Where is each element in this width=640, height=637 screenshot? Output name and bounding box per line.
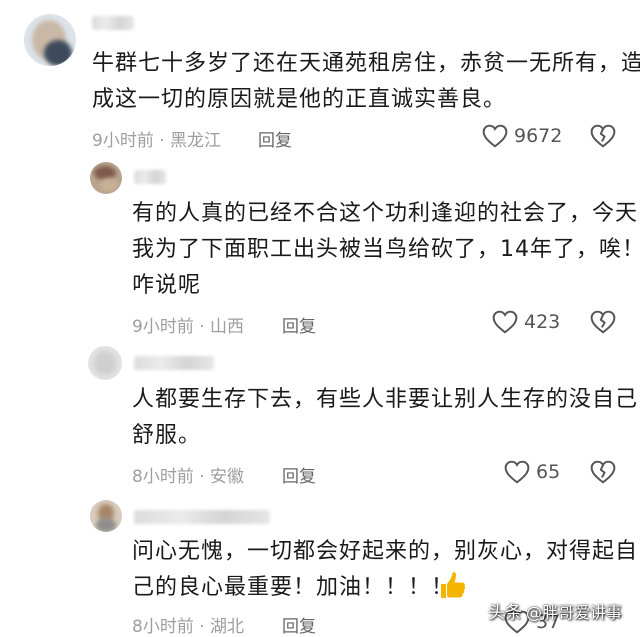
comment-text: 有的人真的已经不合这个功利逢迎的社会了，今天 我为了下面职工出头被当鸟给砍了，1… [132, 201, 640, 298]
broken-heart-icon [590, 460, 616, 484]
username-blurred[interactable] [92, 16, 134, 30]
broken-heart-icon [590, 124, 616, 148]
dislike-button[interactable] [590, 310, 616, 334]
avatar[interactable] [24, 14, 76, 66]
like-count: 423 [524, 311, 561, 333]
dislike-button[interactable] [590, 460, 616, 484]
thumbs-up-emoji [436, 570, 468, 602]
comment-meta: 8小时前 · 安徽 [132, 467, 245, 487]
watermark-handle: @胖哥爱讲事 [526, 602, 623, 622]
like-button[interactable]: 9672 [482, 122, 562, 150]
comment-text: 问心无愧，一切都会好起来的，别灰心，对得起自 己的良心最重要！加油！！！！ [132, 539, 639, 600]
like-button[interactable]: 423 [492, 308, 560, 336]
comment-text: 牛群七十多岁了还在天通苑租房住，赤贫一无所有，造 成这一切的原因就是他的正直诚实… [92, 51, 640, 112]
username-blurred[interactable] [134, 356, 214, 370]
heart-icon [482, 124, 508, 148]
username-blurred[interactable] [134, 510, 270, 524]
reply-button[interactable]: 回复 [282, 312, 316, 337]
dislike-button[interactable] [590, 124, 616, 148]
comment-meta: 8小时前 · 湖北 [132, 617, 245, 637]
watermark-platform: 头条 [488, 603, 522, 623]
like-count: 65 [536, 461, 561, 483]
comment-meta: 9小时前 · 山西 [132, 317, 245, 337]
like-count: 9672 [514, 125, 563, 147]
like-button[interactable]: 65 [504, 458, 560, 486]
comment-meta: 9小时前 · 黑龙江 [92, 131, 222, 151]
username-blurred[interactable] [134, 170, 166, 184]
avatar[interactable] [88, 346, 122, 380]
reply-button[interactable]: 回复 [258, 126, 292, 151]
heart-icon [504, 460, 530, 484]
comment-text: 人都要生存下去，有些人非要让别人生存的没自己 舒服。 [132, 387, 639, 448]
reply-button[interactable]: 回复 [282, 612, 316, 637]
heart-icon [492, 310, 518, 334]
avatar[interactable] [90, 500, 122, 532]
avatar[interactable] [90, 162, 122, 194]
reply-button[interactable]: 回复 [282, 462, 316, 487]
watermark: 头条 @胖哥爱讲事 [488, 598, 623, 624]
broken-heart-icon [590, 310, 616, 334]
